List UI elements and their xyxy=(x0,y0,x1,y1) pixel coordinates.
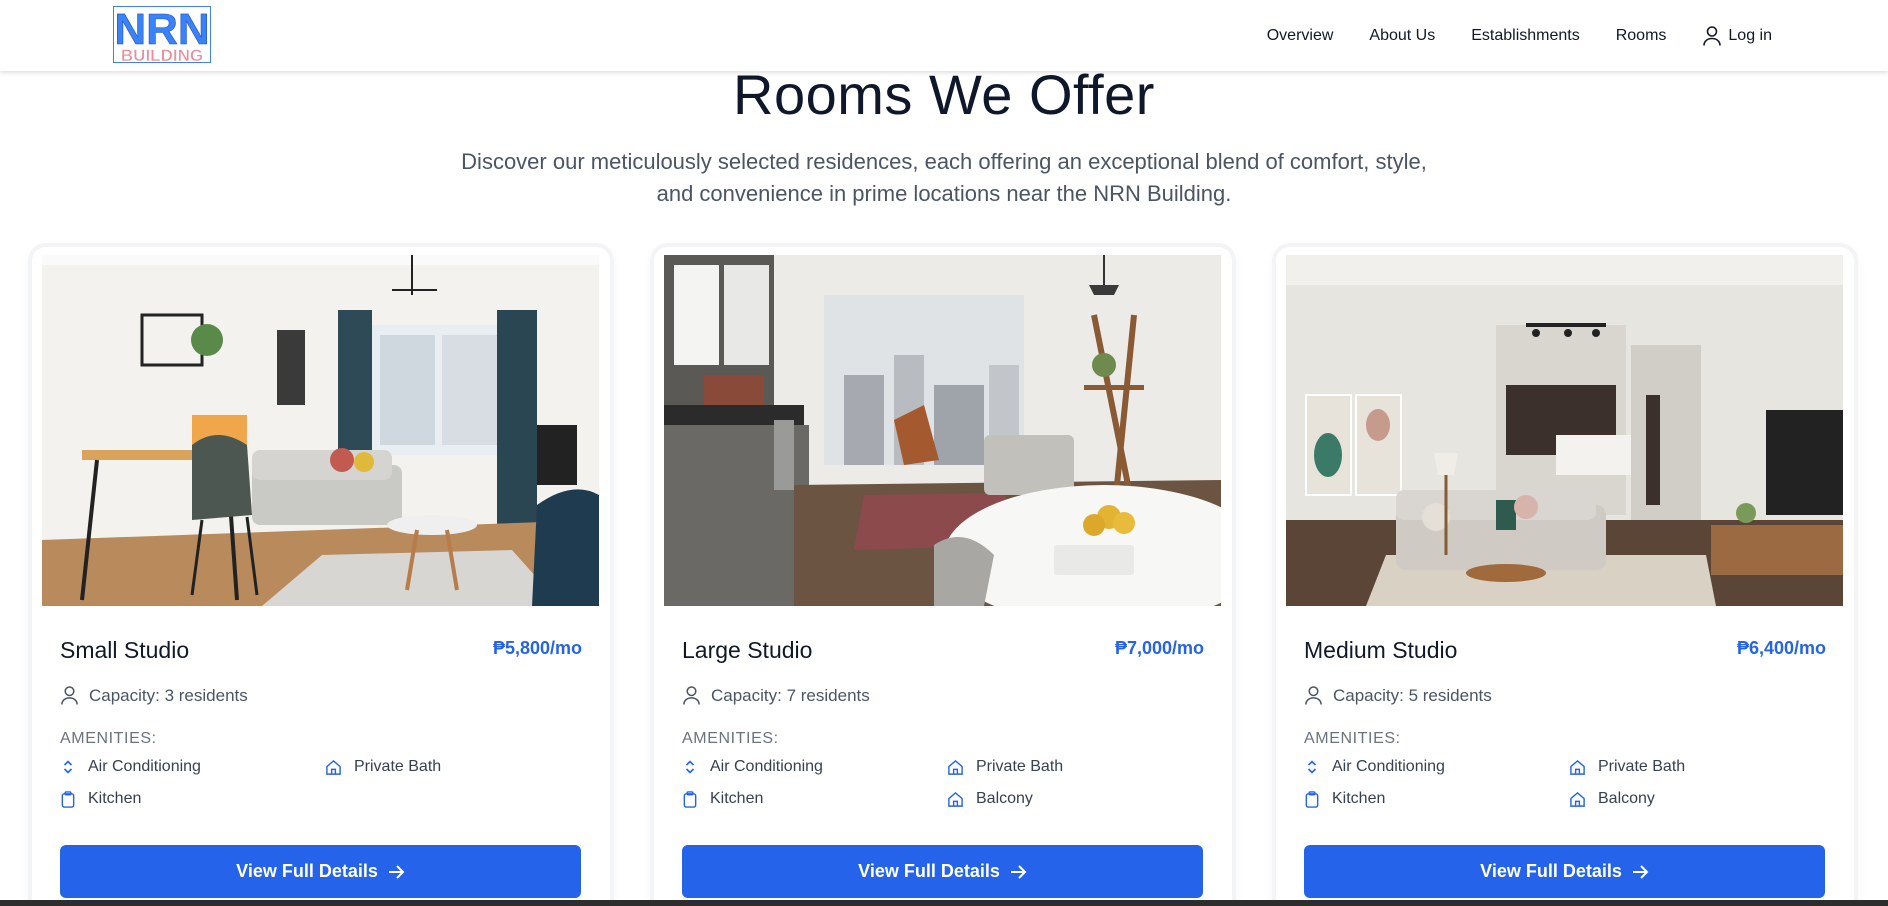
top-navbar: NRN BUILDING Overview About Us Establish… xyxy=(0,0,1888,71)
amenity-air-conditioning: Air Conditioning xyxy=(1304,757,1569,777)
room-capacity: Capacity: 3 residents xyxy=(60,685,248,706)
nav-establishments[interactable]: Establishments xyxy=(1471,27,1580,45)
amenity-label: Private Bath xyxy=(976,758,1064,775)
nrn-building-logo[interactable]: NRN BUILDING xyxy=(113,5,211,65)
view-full-details-button[interactable]: View Full Details xyxy=(60,845,581,898)
room-capacity-text: Capacity: 5 residents xyxy=(1333,685,1492,705)
clipboard-icon xyxy=(1305,790,1319,808)
main-nav: Overview About Us Establishments Rooms L… xyxy=(1231,0,1772,71)
amenity-private-bath: Private Bath xyxy=(947,757,1202,777)
room-photo-medium-studio xyxy=(1286,255,1843,606)
cta-label: View Full Details xyxy=(1480,861,1622,881)
room-card-medium-studio: Medium Studio ₱6,400/mo Capacity: 5 resi… xyxy=(1276,247,1854,906)
amenity-label: Private Bath xyxy=(354,758,442,775)
amenity-label: Air Conditioning xyxy=(88,758,201,775)
amenity-label: Kitchen xyxy=(710,790,764,807)
user-icon xyxy=(1703,25,1722,46)
chevrons-up-down-icon xyxy=(1307,760,1317,774)
home-icon xyxy=(948,759,963,775)
room-price: ₱5,800/mo xyxy=(492,638,582,658)
room-name: Small Studio xyxy=(60,637,190,663)
amenities-list: Air Conditioning Private Bath Kitchen Ba… xyxy=(682,757,1202,809)
amenity-label: Private Bath xyxy=(1598,758,1686,775)
amenity-balcony: Balcony xyxy=(1569,789,1824,809)
amenities-list: Air Conditioning Private Bath Kitchen xyxy=(60,757,580,809)
room-capacity-text: Capacity: 3 residents xyxy=(89,685,248,705)
amenity-label: Air Conditioning xyxy=(710,758,823,775)
chevrons-up-down-icon xyxy=(63,760,73,774)
amenity-kitchen: Kitchen xyxy=(682,789,947,809)
cta-label: View Full Details xyxy=(236,861,378,881)
arrow-right-icon xyxy=(1632,864,1649,879)
home-icon xyxy=(948,791,963,807)
amenity-air-conditioning: Air Conditioning xyxy=(682,757,947,777)
arrow-right-icon xyxy=(388,864,405,879)
amenity-label: Balcony xyxy=(976,790,1033,807)
user-icon xyxy=(1305,686,1322,705)
amenities-heading: AMENITIES: xyxy=(60,730,157,747)
room-capacity: Capacity: 7 residents xyxy=(682,685,870,706)
amenities-list: Air Conditioning Private Bath Kitchen Ba… xyxy=(1304,757,1824,809)
room-price: ₱6,400/mo xyxy=(1736,638,1826,658)
window-bottom-edge xyxy=(0,900,1888,906)
cta-label: View Full Details xyxy=(858,861,1000,881)
amenity-label: Kitchen xyxy=(88,790,142,807)
nav-overview[interactable]: Overview xyxy=(1267,27,1334,45)
amenity-balcony: Balcony xyxy=(947,789,1202,809)
section-title: Rooms We Offer xyxy=(733,63,1155,126)
room-photo-large-studio xyxy=(664,255,1221,606)
room-name: Large Studio xyxy=(682,637,813,663)
room-name: Medium Studio xyxy=(1304,637,1458,663)
room-photo-small-studio xyxy=(42,255,599,606)
login-link[interactable]: Log in xyxy=(1702,25,1772,47)
clipboard-icon xyxy=(683,790,697,808)
room-capacity: Capacity: 5 residents xyxy=(1304,685,1492,706)
arrow-right-icon xyxy=(1010,864,1027,879)
logo-text-bottom: BUILDING xyxy=(121,46,203,63)
user-icon xyxy=(61,686,78,705)
room-card-small-studio: Small Studio ₱5,800/mo Capacity: 3 resid… xyxy=(32,247,610,906)
view-full-details-button[interactable]: View Full Details xyxy=(682,845,1203,898)
amenities-heading: AMENITIES: xyxy=(1304,730,1401,747)
room-card-large-studio: Large Studio ₱7,000/mo Capacity: 7 resid… xyxy=(654,247,1232,906)
amenity-private-bath: Private Bath xyxy=(325,757,580,777)
amenity-private-bath: Private Bath xyxy=(1569,757,1824,777)
amenity-label: Balcony xyxy=(1598,790,1655,807)
chevrons-up-down-icon xyxy=(685,760,695,774)
home-icon xyxy=(326,759,341,775)
nav-rooms[interactable]: Rooms xyxy=(1616,27,1667,45)
amenities-heading: AMENITIES: xyxy=(682,730,779,747)
section-subtitle: Discover our meticulously selected resid… xyxy=(461,149,1427,206)
user-icon xyxy=(683,686,700,705)
clipboard-icon xyxy=(61,790,75,808)
amenity-label: Kitchen xyxy=(1332,790,1386,807)
amenity-label: Air Conditioning xyxy=(1332,758,1445,775)
login-label: Log in xyxy=(1728,26,1772,44)
amenity-air-conditioning: Air Conditioning xyxy=(60,757,325,777)
amenity-kitchen: Kitchen xyxy=(60,789,325,809)
room-capacity-text: Capacity: 7 residents xyxy=(711,685,870,705)
home-icon xyxy=(1570,791,1585,807)
view-full-details-button[interactable]: View Full Details xyxy=(1304,845,1825,898)
room-price: ₱7,000/mo xyxy=(1114,638,1204,658)
nav-about-us[interactable]: About Us xyxy=(1369,27,1435,45)
home-icon xyxy=(1570,759,1585,775)
amenity-kitchen: Kitchen xyxy=(1304,789,1569,809)
